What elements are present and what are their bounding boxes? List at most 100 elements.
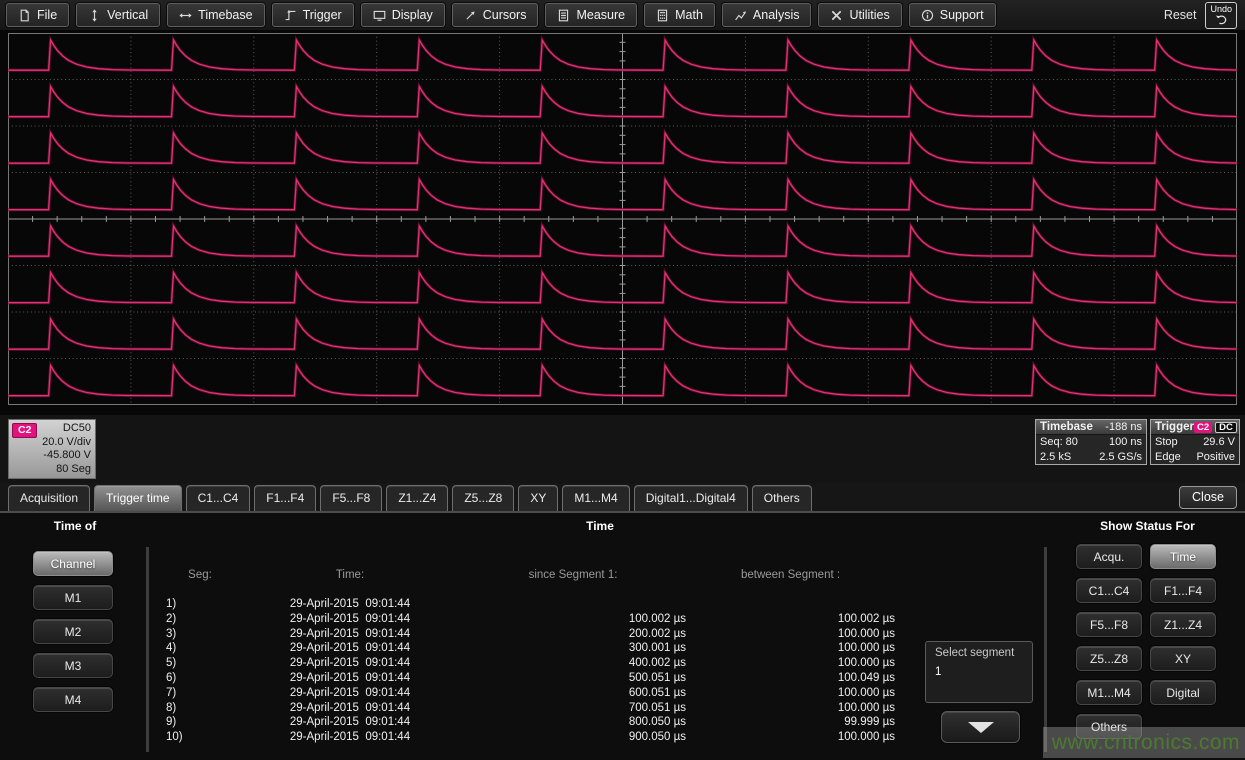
menu-button-cursors[interactable]: Cursors — [452, 3, 539, 27]
timebase-icon — [179, 9, 192, 22]
menu-button-label: Trigger — [303, 8, 342, 22]
table-cell: 10) — [160, 730, 240, 745]
menu-button-label: Display — [392, 8, 433, 22]
table-cell: 900.050 µs — [460, 730, 686, 745]
time-table-header: Seg:Time:since Segment 1:between Segment… — [160, 569, 1040, 581]
table-cell: 100.000 µs — [686, 627, 895, 642]
show-status-button-m1-m4[interactable]: M1...M4 — [1076, 680, 1142, 705]
table-cell: 100.049 µs — [686, 671, 895, 686]
time-of-button-m3[interactable]: M3 — [33, 653, 113, 678]
show-status-button-digital[interactable]: Digital — [1150, 680, 1216, 705]
timebase-row2: 2.5 kS 2.5 GS/s — [1036, 450, 1146, 465]
menu-button-utilities[interactable]: Utilities — [818, 3, 901, 27]
menu-button-timebase[interactable]: Timebase — [167, 3, 264, 27]
time-of-button-m1[interactable]: M1 — [33, 585, 113, 610]
table-cell: 29-April-2015 09:01:44 — [240, 656, 460, 671]
tab-trigger-time[interactable]: Trigger time — [94, 485, 182, 511]
table-row: 1)29-April-2015 09:01:44 — [160, 597, 1040, 612]
table-row: 4)29-April-2015 09:01:44300.001 µs100.00… — [160, 641, 1040, 656]
timebase-seq: Seq: 80 — [1040, 435, 1078, 450]
show-status-button-acqu-[interactable]: Acqu. — [1076, 544, 1142, 569]
table-cell: 29-April-2015 09:01:44 — [240, 715, 460, 730]
tab-others[interactable]: Others — [752, 485, 812, 511]
table-cell: 29-April-2015 09:01:44 — [240, 612, 460, 627]
measure-icon — [557, 9, 570, 22]
table-cell — [686, 597, 895, 612]
show-status-button-f5-f8[interactable]: F5...F8 — [1076, 612, 1142, 637]
table-cell: 99.999 µs — [686, 715, 895, 730]
table-cell: 100.000 µs — [686, 656, 895, 671]
segment-down-button[interactable] — [941, 711, 1020, 743]
time-of-button-m4[interactable]: M4 — [33, 687, 113, 712]
tab-xy[interactable]: XY — [518, 485, 558, 511]
channel-c2-badge: C2 — [12, 423, 37, 438]
menu-button-display[interactable]: Display — [361, 3, 445, 27]
menu-button-measure[interactable]: Measure — [545, 3, 637, 27]
timebase-header: Timebase -188 ns — [1036, 420, 1146, 435]
show-status-button-c1-c4[interactable]: C1...C4 — [1076, 578, 1142, 603]
undo-icon — [1215, 14, 1228, 27]
table-cell: 700.051 µs — [460, 701, 686, 716]
chevron-down-icon — [968, 722, 994, 733]
table-cell — [460, 597, 686, 612]
math-icon — [656, 9, 669, 22]
tab-z5-z8[interactable]: Z5...Z8 — [452, 485, 514, 511]
trigger-badges: C2 DC — [1194, 422, 1237, 433]
menu-button-file[interactable]: File — [6, 3, 69, 27]
table-cell: 29-April-2015 09:01:44 — [240, 641, 460, 656]
table-row: 9)29-April-2015 09:01:44800.050 µs99.999… — [160, 715, 1040, 730]
table-cell: 300.001 µs — [460, 641, 686, 656]
tab-m1-m4[interactable]: M1...M4 — [562, 485, 629, 511]
table-cell: 4) — [160, 641, 240, 656]
cursors-icon — [464, 9, 477, 22]
menu-button-trigger[interactable]: Trigger — [272, 3, 354, 27]
table-row: 2)29-April-2015 09:01:44100.002 µs100.00… — [160, 612, 1040, 627]
table-cell: 100.000 µs — [686, 641, 895, 656]
tab-f5-f8[interactable]: F5...F8 — [320, 485, 382, 511]
tab-digital1-digital4[interactable]: Digital1...Digital4 — [634, 485, 748, 511]
table-cell: 100.000 µs — [686, 686, 895, 701]
waveform-display[interactable] — [8, 33, 1237, 405]
timebase-delay: -188 ns — [1105, 421, 1142, 433]
show-status-button-f1-f4[interactable]: F1...F4 — [1150, 578, 1216, 603]
timebase-title: Timebase — [1040, 421, 1093, 433]
tab-f1-f4[interactable]: F1...F4 — [254, 485, 316, 511]
time-table: Seg:Time:since Segment 1:between Segment… — [160, 513, 1040, 758]
menu-button-math[interactable]: Math — [644, 3, 715, 27]
select-segment-field[interactable]: Select segment 1 — [925, 641, 1033, 703]
channel-descriptor-c2[interactable]: C2 DC50 20.0 V/div -45.800 V 80 Seg — [8, 419, 96, 479]
menu-button-support[interactable]: Support — [909, 3, 996, 27]
waveform-svg — [8, 33, 1237, 405]
tab-c1-c4[interactable]: C1...C4 — [186, 485, 251, 511]
tab-acquisition[interactable]: Acquisition — [8, 485, 90, 511]
menu-right-group: Reset Undo — [1164, 2, 1239, 29]
trigger-descriptor[interactable]: Trigger C2 DC Stop 29.6 V Edge Positive — [1150, 419, 1240, 465]
show-status-button-z1-z4[interactable]: Z1...Z4 — [1150, 612, 1216, 637]
show-status-button-time[interactable]: Time — [1150, 544, 1216, 569]
timebase-descriptor[interactable]: Timebase -188 ns Seq: 80 100 ns 2.5 kS 2… — [1035, 419, 1147, 465]
column-header: Time: — [240, 569, 460, 581]
column-header: Seg: — [160, 569, 240, 581]
dialog-tab-bar: AcquisitionTrigger timeC1...C4F1...F4F5.… — [0, 483, 1245, 513]
reset-button[interactable]: Reset — [1164, 8, 1197, 22]
trigger-row1: Stop 29.6 V — [1151, 435, 1239, 450]
table-cell: 9) — [160, 715, 240, 730]
trigger-title: Trigger — [1155, 421, 1194, 433]
trigger-row2: Edge Positive — [1151, 450, 1239, 465]
trigger-coupling-badge: DC — [1215, 422, 1237, 433]
table-cell: 400.002 µs — [460, 656, 686, 671]
show-status-button-xy[interactable]: XY — [1150, 646, 1216, 671]
column-header: between Segment : — [686, 569, 895, 581]
time-of-button-m2[interactable]: M2 — [33, 619, 113, 644]
separator-left — [146, 547, 149, 752]
table-cell: 100.002 µs — [686, 612, 895, 627]
close-button[interactable]: Close — [1179, 486, 1237, 509]
menu-items: File Vertical Timebase Trigger Display Cursor… — [6, 3, 996, 27]
menu-button-vertical[interactable]: Vertical — [76, 3, 160, 27]
tab-z1-z4[interactable]: Z1...Z4 — [386, 485, 448, 511]
show-status-button-z5-z8[interactable]: Z5...Z8 — [1076, 646, 1142, 671]
time-of-button-channel[interactable]: Channel — [33, 551, 113, 576]
menu-button-analysis[interactable]: Analysis — [722, 3, 812, 27]
undo-button[interactable]: Undo — [1205, 2, 1237, 29]
table-cell: 7) — [160, 686, 240, 701]
